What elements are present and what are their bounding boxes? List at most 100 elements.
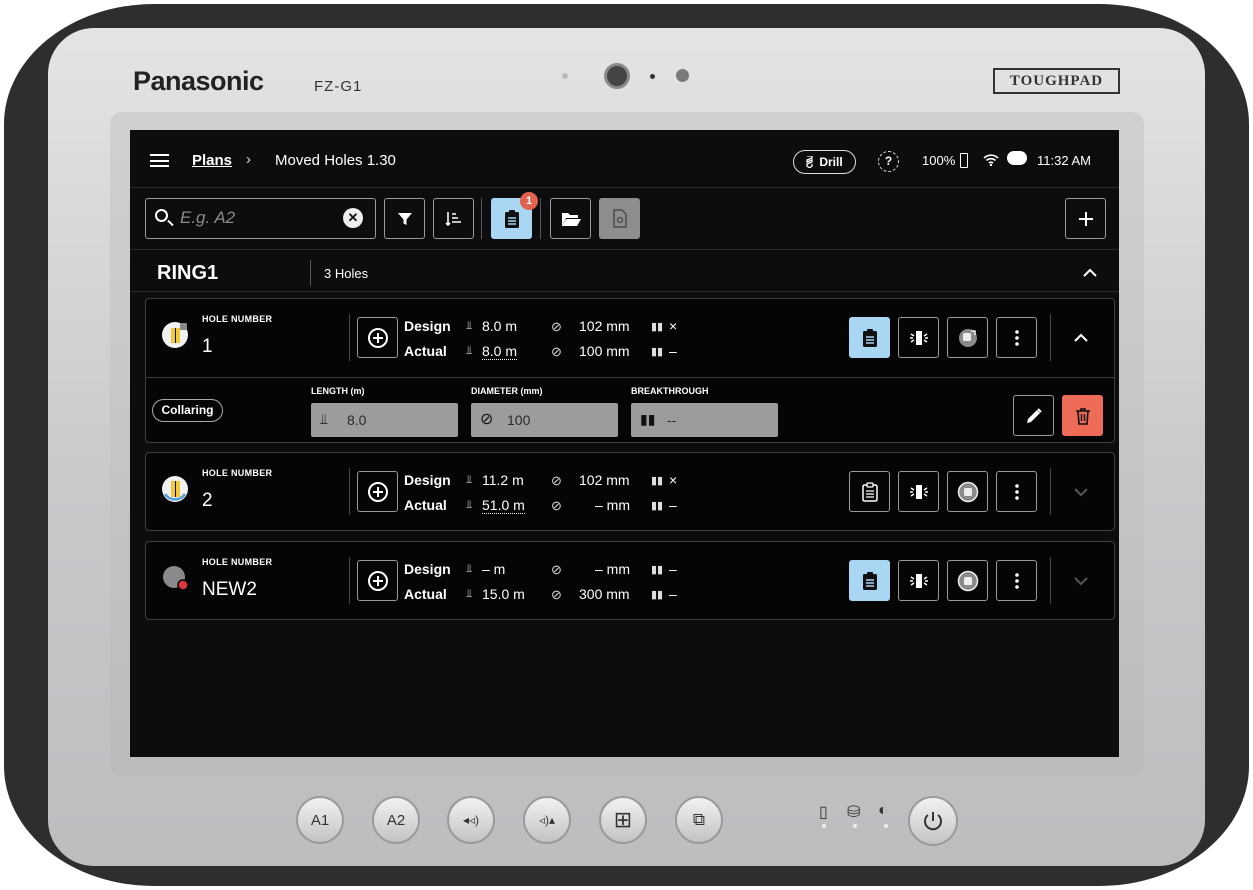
design-diameter: – mm: [595, 561, 630, 577]
hole-drill-button[interactable]: [898, 560, 939, 601]
breadcrumb-chevron-icon: ›: [246, 151, 251, 168]
actual-length[interactable]: 51.0 m: [482, 497, 525, 514]
breakthrough-field-value: --: [667, 412, 677, 428]
storage-indicator-icon: ⛁: [847, 804, 861, 821]
breadcrumb-plans[interactable]: Plans: [192, 152, 232, 169]
hole-drill-button[interactable]: [898, 317, 939, 358]
chevron-up-icon[interactable]: [1082, 265, 1098, 281]
hole-worklist-button[interactable]: [849, 471, 890, 512]
volume-up-button[interactable]: ◃)▴: [523, 796, 571, 844]
actual-diameter: 300 mm: [579, 586, 630, 602]
hole-number-label: HOLE NUMBER: [202, 468, 273, 478]
breakthrough-icon: ▮▮: [651, 321, 664, 333]
diameter-icon: ⊘: [551, 344, 562, 359]
hole-card[interactable]: HOLE NUMBER 2 Design Actual ⫫ 11.2 m ⫫ 5…: [145, 452, 1115, 531]
hole-card[interactable]: HOLE NUMBER NEW2 Design Actual ⫫ – m ⫫ 1…: [145, 541, 1115, 620]
design-length: – m: [482, 561, 506, 577]
add-circle-icon: [367, 327, 388, 348]
rotate-button[interactable]: ⧉: [675, 796, 723, 844]
notification-badge: 1: [520, 192, 538, 210]
hw-button-a1[interactable]: A1: [296, 796, 344, 844]
camera-lens: [604, 63, 630, 89]
ring-hole-count: 3 Holes: [324, 266, 369, 281]
battery-charging-icon: [960, 153, 968, 168]
search-box[interactable]: ✕: [145, 198, 376, 239]
volume-down-button[interactable]: ◂◃): [447, 796, 495, 844]
search-input[interactable]: [180, 206, 330, 230]
open-folder-button[interactable]: [550, 198, 591, 239]
collaring-chip[interactable]: Collaring: [152, 399, 223, 422]
add-measurement-button[interactable]: [357, 317, 398, 358]
drill-burst-icon: [909, 330, 928, 345]
filter-button[interactable]: [384, 198, 425, 239]
sort-button[interactable]: [433, 198, 474, 239]
add-circle-icon: [367, 481, 388, 502]
clipboard-icon: [861, 481, 878, 502]
clear-search-icon[interactable]: ✕: [343, 208, 363, 228]
actual-label: Actual: [404, 343, 447, 359]
diameter-icon: ⊘: [480, 411, 494, 428]
length-icon: ⫫: [466, 563, 473, 575]
chevron-down-icon[interactable]: [1073, 573, 1089, 589]
add-measurement-button[interactable]: [357, 560, 398, 601]
battery-percent: 100%: [922, 153, 956, 168]
hw-button-a2[interactable]: A2: [372, 796, 420, 844]
add-hole-button[interactable]: [1065, 198, 1106, 239]
more-options-button[interactable]: [996, 317, 1037, 358]
length-field[interactable]: ⫫ 8.0: [311, 403, 458, 437]
chevron-up-icon[interactable]: [1073, 330, 1089, 346]
delete-button[interactable]: [1062, 395, 1103, 436]
mode-chip-drill[interactable]: Drill: [793, 150, 856, 174]
diameter-field[interactable]: ⊘ 100: [471, 403, 618, 437]
help-icon[interactable]: ?: [878, 151, 899, 172]
length-icon: ⫫: [466, 588, 473, 600]
actual-diameter: – mm: [595, 497, 630, 513]
menu-icon[interactable]: [150, 154, 169, 167]
folder-open-icon: [561, 212, 581, 226]
actual-label: Actual: [404, 497, 447, 513]
hole-worklist-button[interactable]: [849, 317, 890, 358]
clipboard-icon: [862, 571, 877, 590]
card-divider: [349, 468, 350, 515]
status-icon: [958, 328, 977, 347]
hole-worklist-button[interactable]: [849, 560, 890, 601]
hole-number-label: HOLE NUMBER: [202, 314, 273, 324]
actual-length: 15.0 m: [482, 586, 525, 602]
more-options-button[interactable]: [996, 471, 1037, 512]
card-divider: [1050, 314, 1051, 361]
breakthrough-field[interactable]: ▮▮ --: [631, 403, 778, 437]
stop-icon: [957, 570, 978, 591]
hole-drill-button[interactable]: [898, 471, 939, 512]
design-label: Design: [404, 318, 451, 334]
battery-indicator-icon: ▯: [819, 804, 828, 821]
clipboard-icon: [504, 209, 519, 228]
clipboard-icon: [862, 328, 877, 347]
length-icon: ⫫: [466, 474, 473, 486]
actual-length[interactable]: 8.0 m: [482, 343, 518, 360]
hole-number: 1: [202, 336, 213, 357]
design-label: Design: [404, 472, 451, 488]
chevron-down-icon[interactable]: [1073, 484, 1089, 500]
stop-icon: [957, 481, 978, 502]
brand-logo: Panasonic: [133, 66, 264, 96]
hole-status-button[interactable]: [947, 317, 988, 358]
ring-header[interactable]: RING1 3 Holes: [130, 256, 1119, 292]
windows-button[interactable]: ⊞: [599, 796, 647, 844]
hole-status-button[interactable]: [947, 471, 988, 512]
plus-icon: [1078, 211, 1093, 226]
actual-diameter: 100 mm: [579, 343, 630, 359]
more-options-button[interactable]: [996, 560, 1037, 601]
top-bar: Plans › Moved Holes 1.30 Drill ? 100% 11…: [130, 130, 1119, 188]
hole-status-button[interactable]: [947, 560, 988, 601]
power-button[interactable]: [908, 796, 958, 846]
hole-card[interactable]: HOLE NUMBER 1 Design Actual ⫫ 8.0 m ⫫ 8.…: [145, 298, 1115, 443]
preview-file-button[interactable]: [599, 198, 640, 239]
edit-button[interactable]: [1013, 395, 1054, 436]
more-vertical-icon: [1014, 483, 1019, 500]
clock: 11:32 AM: [1037, 153, 1091, 168]
length-icon: ⫫: [320, 411, 328, 427]
breakthrough-field-label: BREAKTHROUGH: [631, 386, 709, 396]
file-preview-icon: [612, 209, 627, 228]
add-measurement-button[interactable]: [357, 471, 398, 512]
diameter-icon: ⊘: [551, 587, 562, 602]
